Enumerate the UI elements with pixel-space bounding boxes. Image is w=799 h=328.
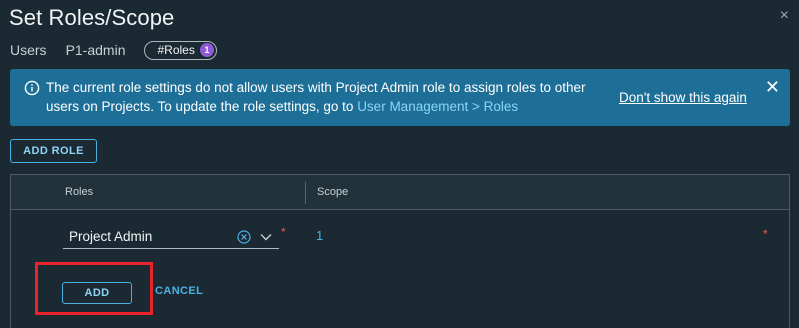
table-header: Roles Scope xyxy=(11,175,789,210)
roles-count-badge: 1 xyxy=(199,43,214,57)
user-management-roles-link[interactable]: User Management > Roles xyxy=(357,99,518,114)
add-role-button[interactable]: ADD ROLE xyxy=(10,139,97,163)
dialog-close-icon[interactable]: × xyxy=(780,8,789,24)
banner-message: The current role settings do not allow u… xyxy=(46,78,606,116)
roles-table: Roles Scope Project Admin * 1 * ADD CANC… xyxy=(10,174,790,328)
breadcrumb: Users P1-admin #Roles 1 xyxy=(10,40,217,60)
chevron-down-icon[interactable] xyxy=(259,231,273,243)
roles-pill-label: #Roles xyxy=(157,43,195,57)
roles-pill[interactable]: #Roles 1 xyxy=(144,40,217,60)
table-row: Project Admin * 1 * ADD CANCEL xyxy=(11,211,789,328)
column-divider xyxy=(305,182,306,204)
info-banner: The current role settings do not allow u… xyxy=(10,69,790,126)
column-header-scope: Scope xyxy=(317,186,349,198)
required-marker: * xyxy=(763,227,768,241)
column-header-roles: Roles xyxy=(65,186,94,198)
set-roles-dialog: Set Roles/Scope × Users P1-admin #Roles … xyxy=(0,0,799,328)
clear-icon[interactable] xyxy=(237,230,251,244)
info-icon xyxy=(24,80,40,96)
scope-value[interactable]: 1 xyxy=(316,228,323,243)
dialog-title: Set Roles/Scope xyxy=(9,5,175,30)
add-button[interactable]: ADD xyxy=(62,282,132,304)
role-select-value: Project Admin xyxy=(69,229,153,244)
required-marker: * xyxy=(281,225,286,239)
breadcrumb-project[interactable]: P1-admin xyxy=(66,42,126,58)
role-select[interactable]: Project Admin xyxy=(63,226,279,249)
dont-show-again-link[interactable]: Don't show this again xyxy=(619,90,747,105)
breadcrumb-users[interactable]: Users xyxy=(10,42,47,58)
cancel-button[interactable]: CANCEL xyxy=(155,285,203,297)
banner-close-icon[interactable]: ✕ xyxy=(765,78,780,96)
